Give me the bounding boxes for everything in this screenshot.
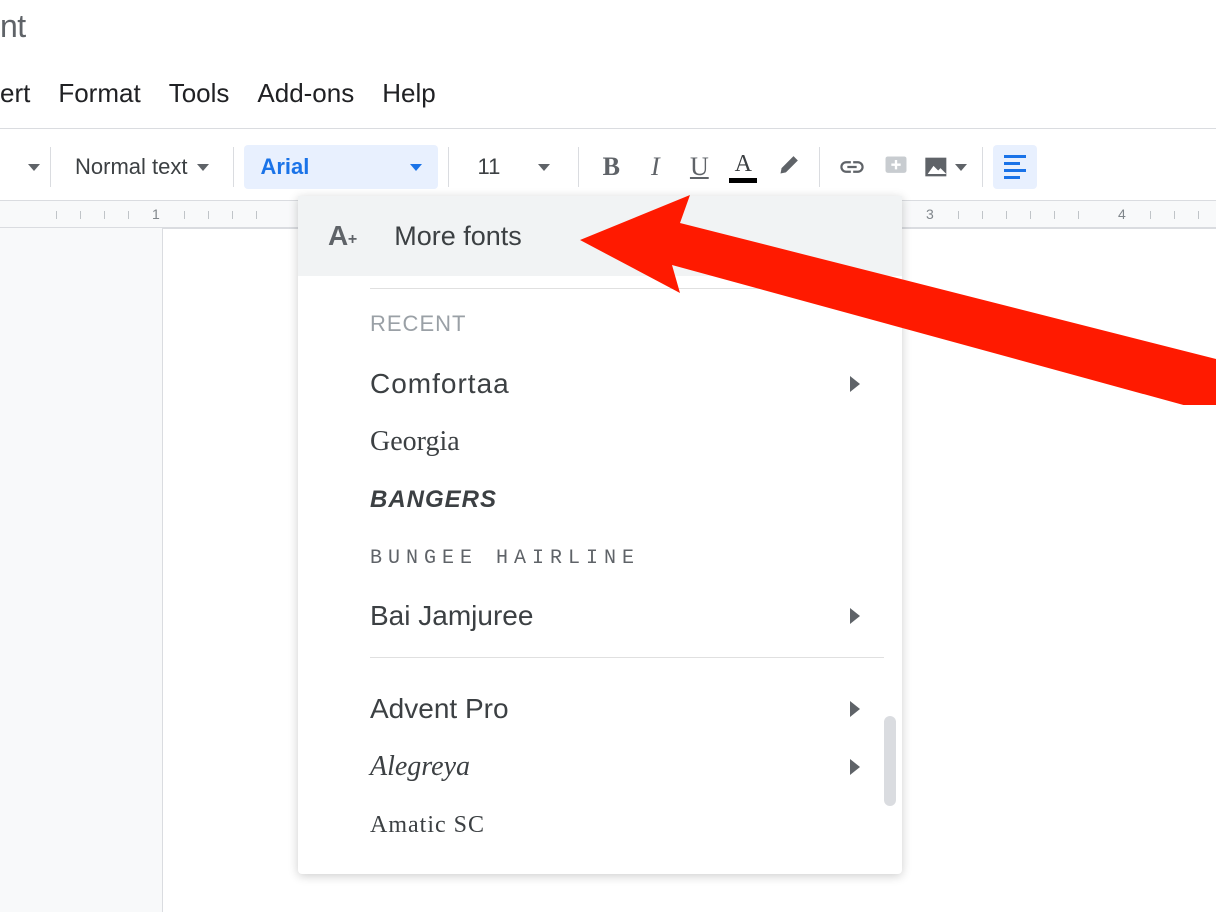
font-name-label: Alegreya: [370, 751, 470, 783]
chevron-right-icon: [850, 608, 860, 624]
text-color-letter: A: [735, 152, 752, 176]
font-menu-item[interactable]: Georgia: [370, 413, 884, 471]
font-menu-item[interactable]: Amatic SC: [370, 796, 884, 854]
ruler-number: 3: [926, 206, 934, 222]
text-color-button[interactable]: A: [721, 145, 765, 189]
italic-button[interactable]: I: [633, 145, 677, 189]
underline-button[interactable]: U: [677, 145, 721, 189]
font-menu-item[interactable]: Advent Pro: [370, 680, 884, 738]
more-fonts-label: More fonts: [394, 221, 522, 252]
paragraph-styles-label: Normal text: [75, 154, 187, 180]
link-icon: [838, 153, 866, 181]
font-menu-item[interactable]: Bai Jamjuree: [370, 587, 884, 645]
more-fonts-item[interactable]: A+ More fonts: [298, 196, 902, 276]
font-menu-item[interactable]: Bungee Hairline: [370, 529, 884, 587]
menu-addons[interactable]: Add-ons: [257, 78, 354, 109]
image-icon: [923, 153, 951, 181]
font-family-label: Arial: [260, 154, 309, 180]
text-color-swatch: [729, 178, 757, 183]
chevron-right-icon: [850, 701, 860, 717]
menu-divider: [370, 657, 884, 658]
align-left-icon: [1004, 155, 1026, 179]
align-left-button[interactable]: [993, 145, 1037, 189]
font-name-label: Georgia: [370, 426, 460, 458]
chevron-down-icon: [955, 164, 967, 171]
zoom-dropdown-fragment[interactable]: [0, 164, 40, 171]
comment-plus-icon: [882, 153, 910, 181]
font-family-dropdown[interactable]: Arial: [244, 145, 438, 189]
chevron-down-icon: [538, 164, 550, 171]
chevron-right-icon: [850, 376, 860, 392]
toolbar-separator: [819, 147, 820, 187]
toolbar: Normal text Arial 11 B I U A: [0, 139, 1037, 195]
ruler-number: 1: [152, 206, 160, 222]
chevron-right-icon: [850, 759, 860, 775]
menubar-separator: [0, 128, 1216, 129]
menu-divider: [370, 288, 884, 289]
menu-tools[interactable]: Tools: [169, 78, 230, 109]
toolbar-separator: [233, 147, 234, 187]
insert-image-button[interactable]: [918, 145, 972, 189]
menu-format[interactable]: Format: [58, 78, 140, 109]
font-name-label: Comfortaa: [370, 368, 510, 400]
paragraph-styles-dropdown[interactable]: Normal text: [61, 145, 223, 189]
toolbar-separator: [982, 147, 983, 187]
more-fonts-icon: A+: [328, 220, 348, 252]
document-title-fragment: nt: [0, 8, 26, 45]
font-menu-item[interactable]: Alegreya: [370, 738, 884, 796]
font-size-dropdown[interactable]: 11: [459, 154, 568, 180]
font-menu-item[interactable]: Bangers: [370, 471, 884, 529]
font-family-menu: A+ More fonts RECENT Comfortaa Georgia Ban…: [298, 196, 902, 874]
menu-insert-fragment[interactable]: ert: [0, 78, 30, 109]
chevron-down-icon: [197, 164, 209, 171]
font-name-label: Bangers: [370, 486, 497, 514]
ruler-number: 4: [1118, 206, 1126, 222]
font-menu-item[interactable]: Comfortaa: [370, 355, 884, 413]
font-size-value: 11: [477, 154, 500, 180]
recent-section-label: RECENT: [370, 311, 884, 337]
font-name-label: Advent Pro: [370, 693, 509, 725]
toolbar-separator: [448, 147, 449, 187]
toolbar-separator: [50, 147, 51, 187]
font-name-label: Amatic SC: [370, 812, 485, 839]
menu-help[interactable]: Help: [382, 78, 435, 109]
insert-link-button[interactable]: [830, 145, 874, 189]
toolbar-separator: [578, 147, 579, 187]
font-name-label: Bungee Hairline: [370, 547, 640, 570]
chevron-down-icon: [410, 164, 422, 171]
chevron-down-icon: [28, 164, 40, 171]
highlight-color-button[interactable]: [765, 145, 809, 189]
add-comment-button[interactable]: [874, 145, 918, 189]
scrollbar-thumb[interactable]: [884, 716, 896, 806]
font-name-label: Bai Jamjuree: [370, 600, 533, 632]
highlighter-icon: [774, 154, 800, 180]
menubar: ert Format Tools Add-ons Help: [0, 78, 436, 109]
bold-button[interactable]: B: [589, 145, 633, 189]
